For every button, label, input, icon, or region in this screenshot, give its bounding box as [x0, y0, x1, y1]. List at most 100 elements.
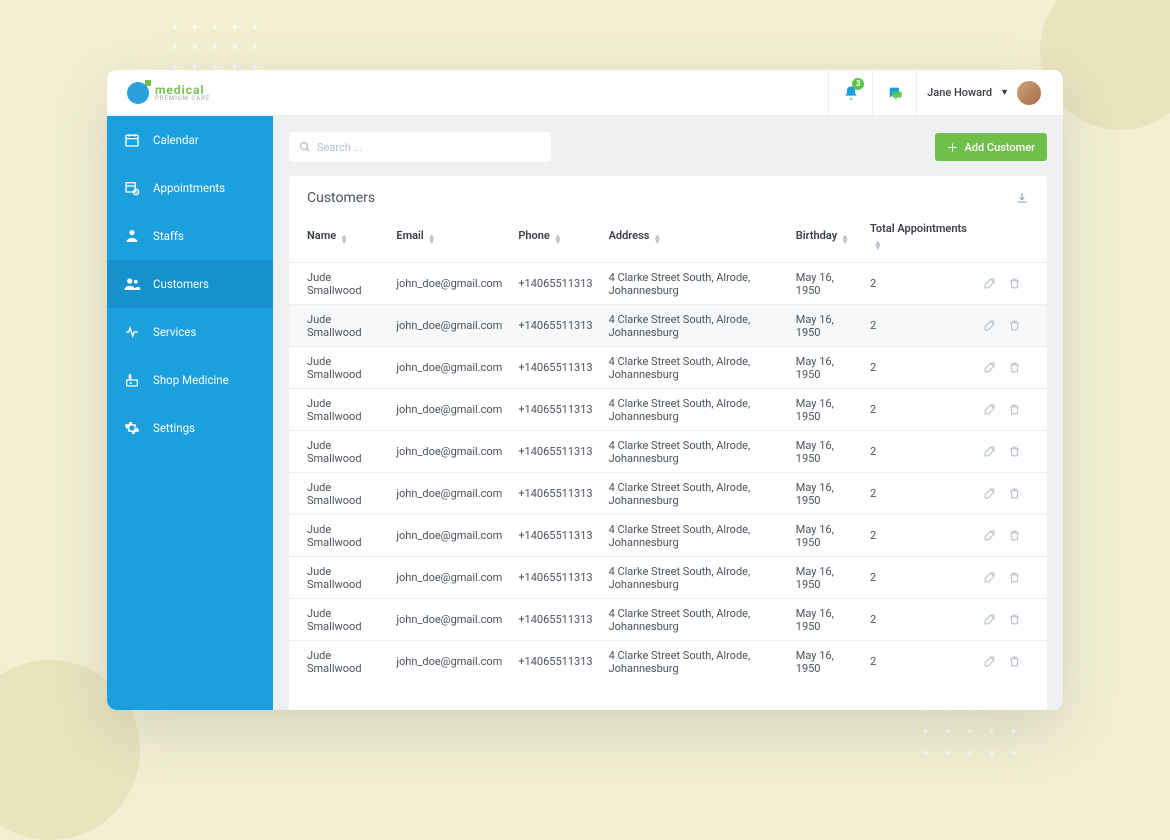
user-name: Jane Howard — [927, 86, 992, 99]
cell-address: 4 Clarke Street South, Alrode, Johannesb… — [601, 263, 788, 305]
cell-total: 2 — [862, 557, 975, 599]
sort-icon: ▲▼ — [340, 234, 348, 244]
edit-button[interactable] — [983, 277, 996, 290]
delete-button[interactable] — [1008, 487, 1021, 500]
sidebar-item-shop-medicine[interactable]: Shop Medicine — [107, 356, 273, 404]
edit-button[interactable] — [983, 403, 996, 416]
cell-birthday: May 16, 1950 — [788, 347, 862, 389]
plus-icon — [947, 142, 958, 153]
chat-button[interactable] — [872, 70, 916, 116]
table-row[interactable]: Jude Smallwoodjohn_doe@gmail.com+1406551… — [289, 347, 1047, 389]
delete-button[interactable] — [1008, 277, 1021, 290]
edit-button[interactable] — [983, 445, 996, 458]
cell-total: 2 — [862, 431, 975, 473]
cell-total: 2 — [862, 389, 975, 431]
col-address[interactable]: Address▲▼ — [601, 212, 788, 263]
cell-total: 2 — [862, 263, 975, 305]
cell-total: 2 — [862, 641, 975, 683]
cell-name: Jude Smallwood — [289, 599, 388, 641]
chat-icon — [887, 85, 903, 101]
cell-phone: +14065511313 — [510, 641, 600, 683]
customers-card: Customers Name▲▼ Email▲▼ Phone▲▼ Address… — [289, 176, 1047, 710]
delete-button[interactable] — [1008, 445, 1021, 458]
edit-button[interactable] — [983, 613, 996, 626]
cell-total: 2 — [862, 305, 975, 347]
cell-address: 4 Clarke Street South, Alrode, Johannesb… — [601, 389, 788, 431]
cell-birthday: May 16, 1950 — [788, 431, 862, 473]
col-phone[interactable]: Phone▲▼ — [510, 212, 600, 263]
delete-button[interactable] — [1008, 655, 1021, 668]
cell-phone: +14065511313 — [510, 431, 600, 473]
services-icon — [123, 323, 141, 341]
edit-button[interactable] — [983, 487, 996, 500]
cell-address: 4 Clarke Street South, Alrode, Johannesb… — [601, 305, 788, 347]
delete-button[interactable] — [1008, 571, 1021, 584]
edit-button[interactable] — [983, 319, 996, 332]
edit-button[interactable] — [983, 655, 996, 668]
table-header-row: Name▲▼ Email▲▼ Phone▲▼ Address▲▼ Birthda… — [289, 212, 1047, 263]
sidebar-item-services[interactable]: Services — [107, 308, 273, 356]
sort-icon: ▲▼ — [554, 234, 562, 244]
settings-icon — [123, 419, 141, 437]
user-menu[interactable]: Jane Howard ▼ — [916, 70, 1051, 116]
table-row[interactable]: Jude Smallwoodjohn_doe@gmail.com+1406551… — [289, 431, 1047, 473]
sidebar-item-customers[interactable]: Customers — [107, 260, 273, 308]
cell-phone: +14065511313 — [510, 347, 600, 389]
cell-phone: +14065511313 — [510, 599, 600, 641]
cell-total: 2 — [862, 515, 975, 557]
table-row[interactable]: Jude Smallwoodjohn_doe@gmail.com+1406551… — [289, 263, 1047, 305]
body: Calendar AppointmentsStaffs Customers Servi… — [107, 116, 1063, 710]
cell-email: john_doe@gmail.com — [388, 641, 510, 683]
table-row[interactable]: Jude Smallwoodjohn_doe@gmail.com+1406551… — [289, 389, 1047, 431]
cell-birthday: May 16, 1950 — [788, 557, 862, 599]
cell-phone: +14065511313 — [510, 263, 600, 305]
download-button[interactable] — [1015, 191, 1029, 205]
sidebar-item-appointments[interactable]: Appointments — [107, 164, 273, 212]
table-row[interactable]: Jude Smallwoodjohn_doe@gmail.com+1406551… — [289, 557, 1047, 599]
sort-icon: ▲▼ — [428, 234, 436, 244]
logo-text: medical PREMIUM CARE — [155, 84, 210, 102]
sidebar-item-settings[interactable]: Settings — [107, 404, 273, 452]
cell-name: Jude Smallwood — [289, 515, 388, 557]
edit-button[interactable] — [983, 529, 996, 542]
calendar-icon — [123, 131, 141, 149]
delete-button[interactable] — [1008, 613, 1021, 626]
edit-button[interactable] — [983, 571, 996, 584]
cell-phone: +14065511313 — [510, 305, 600, 347]
sidebar-item-label: Customers — [153, 277, 209, 291]
edit-button[interactable] — [983, 361, 996, 374]
delete-button[interactable] — [1008, 529, 1021, 542]
brand-name: medical — [155, 84, 210, 96]
search-input[interactable] — [317, 141, 541, 154]
col-birthday[interactable]: Birthday▲▼ — [788, 212, 862, 263]
sidebar-item-label: Calendar — [153, 133, 199, 147]
table-row[interactable]: Jude Smallwoodjohn_doe@gmail.com+1406551… — [289, 599, 1047, 641]
cell-email: john_doe@gmail.com — [388, 515, 510, 557]
staffs-icon — [123, 227, 141, 245]
cell-birthday: May 16, 1950 — [788, 263, 862, 305]
cell-email: john_doe@gmail.com — [388, 473, 510, 515]
table-row[interactable]: Jude Smallwoodjohn_doe@gmail.com+1406551… — [289, 473, 1047, 515]
logo[interactable]: medical PREMIUM CARE — [127, 82, 210, 104]
cell-phone: +14065511313 — [510, 515, 600, 557]
delete-button[interactable] — [1008, 319, 1021, 332]
cell-name: Jude Smallwood — [289, 389, 388, 431]
add-customer-button[interactable]: Add Customer — [935, 133, 1047, 161]
notifications-button[interactable]: 3 — [828, 70, 872, 116]
sidebar-item-staffs[interactable]: Staffs — [107, 212, 273, 260]
delete-button[interactable] — [1008, 403, 1021, 416]
cell-name: Jude Smallwood — [289, 431, 388, 473]
cell-address: 4 Clarke Street South, Alrode, Johannesb… — [601, 473, 788, 515]
cell-name: Jude Smallwood — [289, 473, 388, 515]
col-total[interactable]: Total Appointments▲▼ — [862, 212, 975, 263]
col-email[interactable]: Email▲▼ — [388, 212, 510, 263]
table-row[interactable]: Jude Smallwoodjohn_doe@gmail.com+1406551… — [289, 641, 1047, 683]
delete-button[interactable] — [1008, 361, 1021, 374]
sidebar-item-calendar[interactable]: Calendar — [107, 116, 273, 164]
topbar: medical PREMIUM CARE 3 Jane Howard ▼ — [107, 70, 1063, 116]
search-box[interactable] — [289, 132, 551, 162]
avatar — [1017, 81, 1041, 105]
table-row[interactable]: Jude Smallwoodjohn_doe@gmail.com+1406551… — [289, 515, 1047, 557]
table-row[interactable]: Jude Smallwoodjohn_doe@gmail.com+1406551… — [289, 305, 1047, 347]
col-name[interactable]: Name▲▼ — [289, 212, 388, 263]
